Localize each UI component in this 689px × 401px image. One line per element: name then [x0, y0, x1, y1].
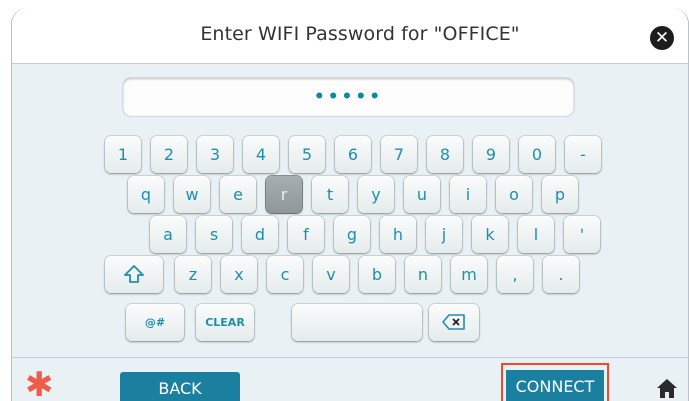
- back-button[interactable]: BACK: [120, 372, 240, 401]
- key-p[interactable]: p: [542, 176, 578, 213]
- key-0[interactable]: 0: [519, 136, 555, 173]
- connect-button[interactable]: CONNECT: [506, 370, 604, 401]
- key-j[interactable]: j: [426, 216, 462, 253]
- key-h[interactable]: h: [380, 216, 416, 253]
- key-c[interactable]: c: [267, 256, 303, 293]
- key-d[interactable]: d: [242, 216, 278, 253]
- key-u[interactable]: u: [404, 176, 440, 213]
- shift-key[interactable]: [105, 256, 163, 293]
- key-m[interactable]: m: [451, 256, 487, 293]
- key-dash[interactable]: -: [565, 136, 601, 173]
- key-f[interactable]: f: [288, 216, 324, 253]
- symbols-key[interactable]: @#: [126, 304, 184, 341]
- key-t[interactable]: t: [312, 176, 348, 213]
- key-r[interactable]: r: [266, 176, 302, 213]
- backspace-key[interactable]: [429, 304, 479, 341]
- key-q[interactable]: q: [128, 176, 164, 213]
- key-o[interactable]: o: [496, 176, 532, 213]
- key-1[interactable]: 1: [105, 136, 141, 173]
- key-5[interactable]: 5: [289, 136, 325, 173]
- key-l[interactable]: l: [518, 216, 554, 253]
- key-g[interactable]: g: [334, 216, 370, 253]
- key-s[interactable]: s: [196, 216, 232, 253]
- home-icon[interactable]: [655, 376, 679, 400]
- backspace-icon: [442, 314, 465, 330]
- key-comma[interactable]: ,: [497, 256, 533, 293]
- key-e[interactable]: e: [220, 176, 256, 213]
- key-w[interactable]: w: [174, 176, 210, 213]
- key-4[interactable]: 4: [243, 136, 279, 173]
- key-y[interactable]: y: [358, 176, 394, 213]
- key-apostrophe[interactable]: ': [564, 216, 600, 253]
- password-input[interactable]: •••••: [123, 78, 574, 116]
- key-7[interactable]: 7: [381, 136, 417, 173]
- space-key[interactable]: [292, 304, 422, 341]
- key-a[interactable]: a: [150, 216, 186, 253]
- key-8[interactable]: 8: [427, 136, 463, 173]
- key-period[interactable]: .: [543, 256, 579, 293]
- key-2[interactable]: 2: [151, 136, 187, 173]
- asterisk-icon[interactable]: ✱: [25, 368, 54, 401]
- shift-icon: [124, 265, 144, 283]
- clear-key[interactable]: CLEAR: [196, 304, 254, 341]
- key-k[interactable]: k: [472, 216, 508, 253]
- key-b[interactable]: b: [359, 256, 395, 293]
- footer-bar: ✱ BACK CONNECT: [12, 357, 688, 401]
- key-n[interactable]: n: [405, 256, 441, 293]
- key-x[interactable]: x: [221, 256, 257, 293]
- key-3[interactable]: 3: [197, 136, 233, 173]
- keyboard-area: ••••• 1234567890- qwertyuiop a s d f g h j k l ' …: [12, 64, 688, 357]
- key-6[interactable]: 6: [335, 136, 371, 173]
- close-icon[interactable]: ✕: [650, 26, 674, 50]
- wifi-password-dialog: Enter WIFI Password for "OFFICE" ✕ •••••…: [11, 8, 689, 401]
- key-z[interactable]: z: [175, 256, 211, 293]
- key-i[interactable]: i: [450, 176, 486, 213]
- key-9[interactable]: 9: [473, 136, 509, 173]
- dialog-title: Enter WIFI Password for "OFFICE": [200, 23, 520, 45]
- key-v[interactable]: v: [313, 256, 349, 293]
- dialog-header: Enter WIFI Password for "OFFICE" ✕: [12, 8, 688, 64]
